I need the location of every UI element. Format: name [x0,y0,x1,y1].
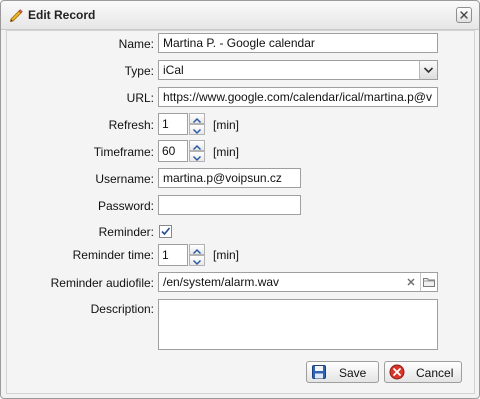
chevron-down-icon[interactable] [419,61,437,79]
url-label: URL: [126,91,154,105]
close-icon [460,11,468,19]
refresh-label: Refresh: [108,118,154,132]
dialog-title: Edit Record [28,8,96,22]
reminder-time-increment-button[interactable] [189,244,205,255]
timeframe-spin-buttons [189,140,205,162]
reminder-time-label: Reminder time: [72,248,154,262]
reminder-time-unit: [min] [213,248,240,262]
refresh-spin-buttons [189,113,205,135]
reminder-time-decrement-button[interactable] [189,255,205,266]
reminder-time-stepper: 1 [158,244,206,266]
timeframe-stepper: 60 [158,140,206,162]
type-select-value: iCal [163,63,184,77]
timeframe-decrement-button[interactable] [189,151,205,162]
username-label: Username: [95,172,154,186]
checkmark-icon [161,227,171,236]
audiofile-field: /en/system/alarm.wav [158,272,438,292]
timeframe-unit: [min] [213,145,240,159]
reminder-time-spin-buttons [189,244,205,266]
save-button[interactable]: Save [306,361,379,383]
password-label: Password: [97,199,154,213]
chevron-down-icon [192,155,202,162]
refresh-input[interactable]: 1 [158,113,188,135]
name-input[interactable]: Martina P. - Google calendar [158,33,438,53]
audiofile-label: Reminder audiofile: [50,276,154,290]
save-label: Save [339,366,367,380]
timeframe-input[interactable]: 60 [158,140,188,162]
type-label: Type: [124,64,154,78]
cancel-label: Cancel [416,366,454,380]
refresh-stepper: 1 [158,113,206,135]
dialog-titlebar: Edit Record [1,1,479,30]
chevron-down-icon [192,128,202,135]
edit-record-dialog: Edit Record Name: Martina P. - Google ca… [0,0,480,399]
chevron-down-icon [192,259,202,266]
clear-icon [407,278,415,286]
timeframe-label: Timeframe: [93,145,154,159]
clear-audiofile-button[interactable] [403,273,419,291]
reminder-label: Reminder: [98,225,154,239]
description-label: Description: [90,302,154,316]
url-input[interactable]: https://www.google.com/calendar/ical/mar… [158,87,438,107]
cancel-icon [389,364,405,380]
refresh-decrement-button[interactable] [189,124,205,135]
password-input[interactable] [158,195,301,215]
close-button[interactable] [456,7,472,23]
username-input[interactable]: martina.p@voipsun.cz [158,168,301,188]
floppy-disk-icon [311,364,327,380]
name-label: Name: [118,37,154,51]
reminder-time-input[interactable]: 1 [158,244,188,266]
cancel-button[interactable]: Cancel [384,361,462,383]
timeframe-increment-button[interactable] [189,140,205,151]
reminder-checkbox[interactable] [159,225,172,238]
folder-icon [423,278,435,287]
description-textarea[interactable] [158,299,438,350]
refresh-increment-button[interactable] [189,113,205,124]
pencil-icon [8,7,24,23]
type-select[interactable]: iCal [158,60,438,80]
refresh-unit: [min] [213,118,240,132]
audiofile-input[interactable]: /en/system/alarm.wav [163,273,279,291]
browse-audiofile-button[interactable] [421,273,437,291]
